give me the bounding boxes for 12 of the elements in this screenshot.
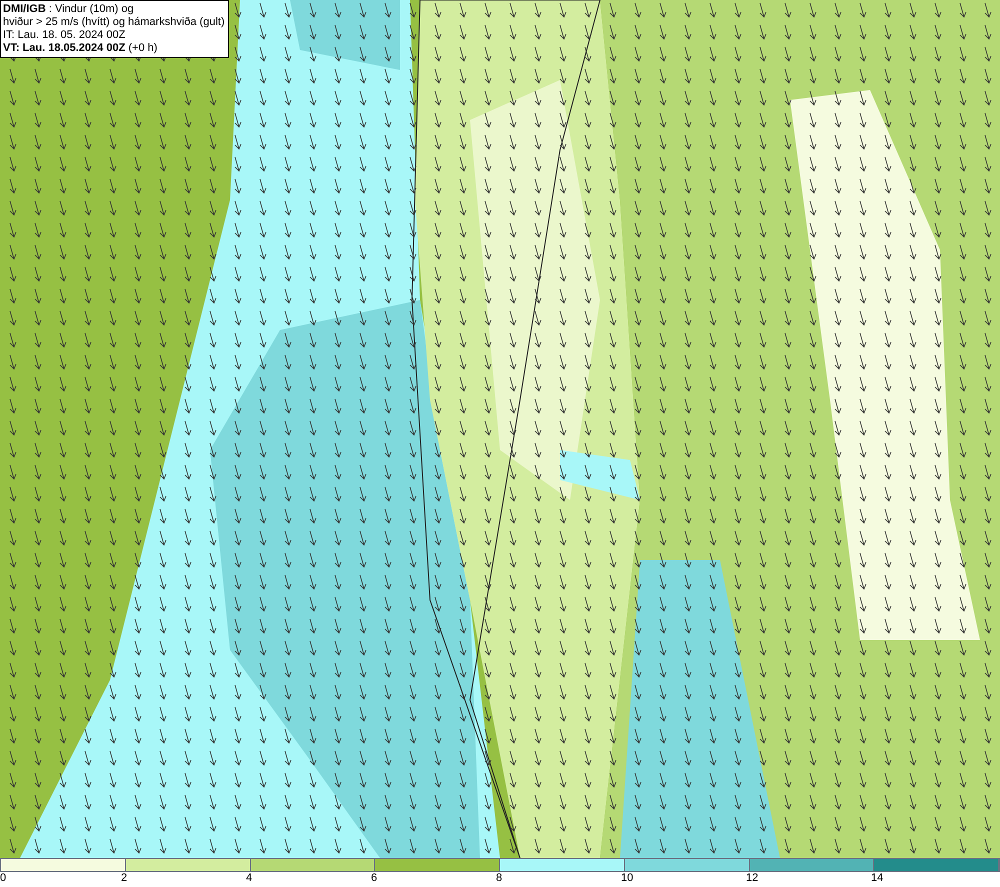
- info-text: hviður > 25 m/s (hvítt) og hámarkshviða (gult): [3, 16, 226, 29]
- legend-label: 12: [746, 872, 758, 885]
- legend-label: 4: [246, 872, 252, 885]
- info-text: VT: Lau. 18.05.2024 00Z (+0 h): [3, 42, 158, 55]
- legend-label: 8: [496, 872, 502, 885]
- info-text: DMI/IGB : Vindur (10m) og: [3, 3, 135, 16]
- legend-label: 0: [0, 872, 6, 885]
- legend-label: 2: [121, 872, 128, 885]
- legend-label: 6: [371, 872, 378, 885]
- info-text: IT: Lau. 18. 05. 2024 00Z: [3, 29, 126, 42]
- legend-label: 10: [621, 872, 634, 885]
- legend-label: 14: [871, 872, 884, 885]
